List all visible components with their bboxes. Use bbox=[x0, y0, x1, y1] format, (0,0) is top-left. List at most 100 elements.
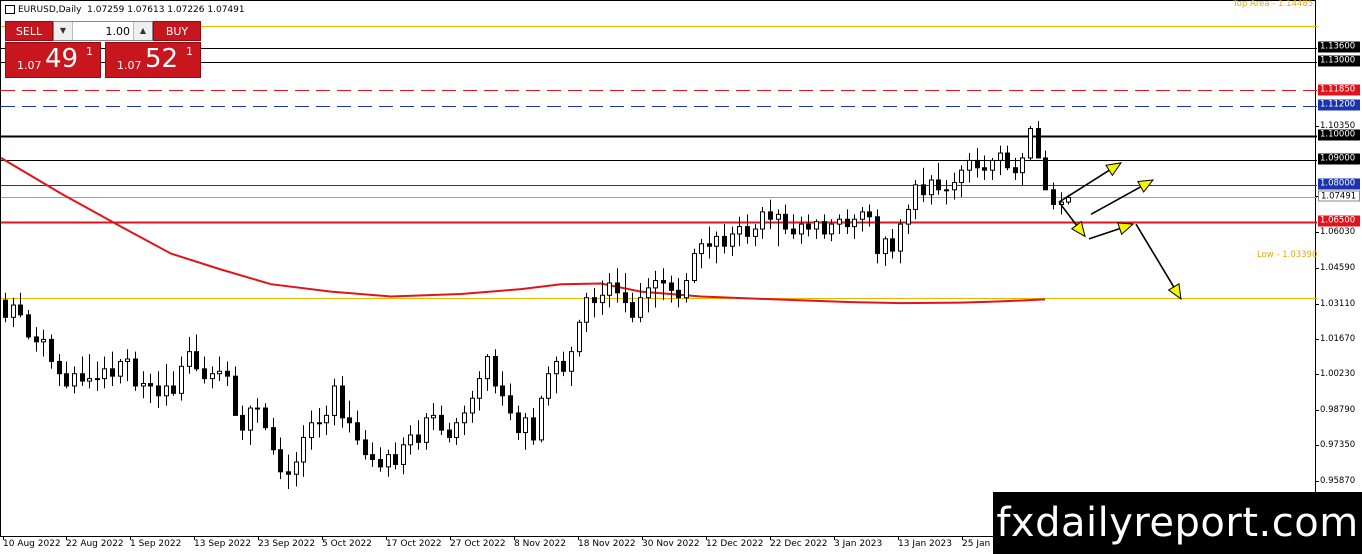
candle bbox=[164, 363, 169, 406]
candle-body bbox=[661, 280, 666, 284]
candle bbox=[768, 199, 773, 230]
candle-body bbox=[133, 358, 138, 387]
candle bbox=[110, 351, 115, 386]
candle bbox=[462, 405, 467, 436]
candle bbox=[271, 417, 276, 455]
one-click-trading-panel: SELL ▼ ▲ BUY 1.07 49 1 1.07 52 1 bbox=[5, 21, 201, 78]
chart-area[interactable]: EURUSD,Daily 1.07259 1.07613 1.07226 1.0… bbox=[0, 0, 1317, 538]
time-label: 27 Oct 2022 bbox=[450, 539, 506, 549]
candle-body bbox=[852, 218, 857, 228]
candle-body bbox=[546, 373, 551, 399]
candle bbox=[799, 216, 804, 244]
forecast-arrow bbox=[1058, 162, 1123, 203]
candle-body bbox=[653, 280, 658, 289]
buy-price-fraction: 1 bbox=[186, 45, 193, 58]
lot-size-stepper[interactable]: ▼ ▲ bbox=[53, 21, 153, 41]
candle-body bbox=[814, 221, 819, 230]
time-label: 10 Aug 2022 bbox=[3, 539, 61, 549]
candle bbox=[516, 405, 521, 440]
candle bbox=[577, 319, 582, 357]
candle-body bbox=[210, 373, 215, 380]
candle-body bbox=[783, 213, 788, 230]
candle-body bbox=[768, 211, 773, 220]
candle-body bbox=[998, 152, 1003, 161]
candle-body bbox=[890, 238, 895, 252]
candle-body bbox=[80, 373, 85, 382]
price-level-tag: 1.13600 bbox=[1318, 41, 1360, 53]
candle bbox=[1051, 182, 1056, 210]
candle bbox=[982, 155, 987, 180]
price-chart[interactable] bbox=[1, 1, 1317, 538]
candle bbox=[508, 383, 513, 421]
candle bbox=[875, 209, 880, 264]
candle bbox=[95, 361, 100, 391]
sell-price-box[interactable]: 1.07 49 1 bbox=[5, 42, 101, 78]
candle-body bbox=[959, 169, 964, 183]
candle-body bbox=[64, 373, 69, 387]
candle-body bbox=[1066, 196, 1071, 203]
candle-body bbox=[600, 294, 605, 304]
candle-body bbox=[898, 223, 903, 252]
candle-body bbox=[929, 179, 934, 196]
sell-button[interactable]: SELL bbox=[5, 21, 53, 41]
candle-body bbox=[240, 414, 245, 431]
candle-body bbox=[11, 304, 16, 318]
candle bbox=[148, 373, 153, 404]
ma-line bbox=[1, 157, 1046, 305]
candle-body bbox=[309, 422, 314, 438]
candle bbox=[569, 346, 574, 386]
candle bbox=[80, 356, 85, 386]
arrow-head bbox=[1117, 222, 1135, 236]
lot-size-input[interactable] bbox=[72, 22, 134, 40]
candle bbox=[125, 349, 130, 382]
candle bbox=[447, 422, 452, 443]
buy-price-box[interactable]: 1.07 52 1 bbox=[105, 42, 201, 78]
candle-body bbox=[1043, 157, 1048, 191]
candle bbox=[592, 287, 597, 318]
arrow-shaft bbox=[1090, 186, 1142, 216]
candle bbox=[806, 214, 811, 237]
price-level-tag: 1.13000 bbox=[1318, 55, 1360, 67]
candle bbox=[676, 278, 681, 308]
candle-body bbox=[799, 223, 804, 235]
lot-increase-icon[interactable]: ▲ bbox=[133, 22, 152, 40]
candle-body bbox=[470, 397, 475, 414]
candle-body bbox=[72, 373, 77, 387]
candle-body bbox=[1036, 128, 1041, 159]
candle-body bbox=[584, 297, 589, 323]
price-tick bbox=[1316, 267, 1319, 269]
lot-decrease-icon[interactable]: ▼ bbox=[54, 22, 73, 40]
buy-button[interactable]: BUY bbox=[153, 21, 201, 41]
candle-body bbox=[447, 429, 452, 438]
candle-body bbox=[692, 253, 697, 282]
candle-body bbox=[248, 407, 253, 431]
candle-body bbox=[294, 461, 299, 475]
price-tick bbox=[1316, 374, 1319, 376]
candle bbox=[898, 219, 903, 264]
candle bbox=[210, 366, 215, 389]
candle bbox=[3, 292, 8, 323]
candle bbox=[737, 216, 742, 247]
candle-body bbox=[569, 351, 574, 372]
candle-body bbox=[317, 422, 322, 425]
sell-price-pips: 49 bbox=[45, 44, 79, 74]
candle bbox=[561, 351, 566, 377]
candle-body bbox=[378, 459, 383, 468]
candle bbox=[1043, 150, 1048, 191]
price-level-tag: 1.07491 bbox=[1318, 190, 1360, 202]
price-level-tag: 1.08000 bbox=[1318, 178, 1360, 190]
candle-body bbox=[164, 385, 169, 397]
candle-body bbox=[324, 414, 329, 424]
candle bbox=[852, 214, 857, 239]
candle bbox=[1020, 153, 1025, 185]
candle bbox=[324, 405, 329, 436]
time-label: 23 Sep 2022 bbox=[258, 539, 316, 549]
candle-body bbox=[1020, 157, 1025, 174]
candle-body bbox=[156, 385, 161, 397]
candle bbox=[49, 334, 54, 369]
time-label: 8 Nov 2022 bbox=[514, 539, 566, 549]
price-axis[interactable]: 1.103501.074911.060301.045901.031101.016… bbox=[1316, 0, 1362, 537]
candle bbox=[699, 238, 704, 269]
time-label: 13 Sep 2022 bbox=[194, 539, 252, 549]
candle-body bbox=[554, 360, 559, 375]
